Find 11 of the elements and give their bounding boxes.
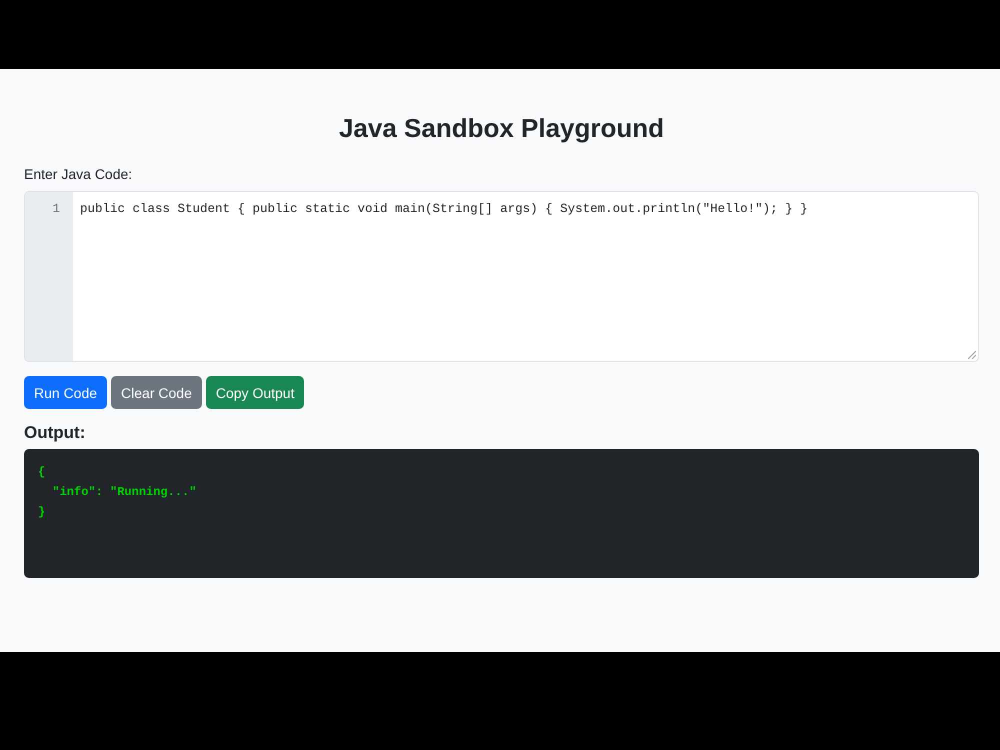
resize-grip-icon[interactable] (968, 351, 976, 359)
code-line: public class Student { public static void main(String[] args) { System.out.println("Hello!"); } } (80, 201, 808, 218)
clear-button[interactable]: Clear Code (111, 376, 202, 409)
code-label: Enter Java Code: (24, 165, 132, 184)
output-heading: Output: (24, 422, 86, 444)
run-button[interactable]: Run Code (24, 376, 108, 409)
output-console: { "info": "Running..." } (24, 449, 979, 578)
page-title: Java Sandbox Playground (338, 112, 664, 145)
line-number: 1 (52, 201, 60, 218)
code-editor[interactable]: 1 public class Student { public static void main(String[] args) { System.out.println("Hello!"); } } (24, 191, 979, 362)
copy-button[interactable]: Copy Output (206, 376, 304, 409)
